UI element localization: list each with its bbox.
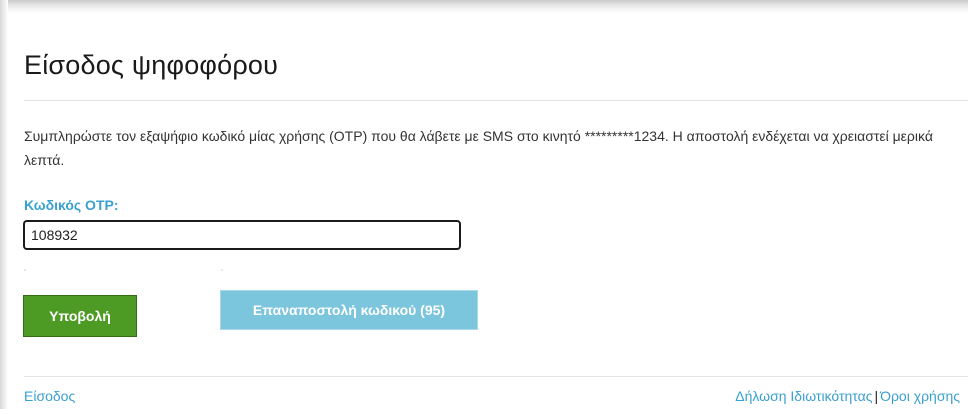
footer-divider	[24, 376, 968, 377]
voter-login-card: Είσοδος ψηφοφόρου Συμπληρώστε τον εξαψήφ…	[8, 14, 968, 409]
header-divider	[24, 100, 968, 101]
footer-separator: |	[874, 388, 879, 404]
otp-instructions: Συμπληρώστε τον εξαψήφιο κωδικό μίας χρή…	[24, 128, 933, 168]
submit-button[interactable]: Υποβολή	[23, 295, 137, 337]
privacy-link[interactable]: Δήλωση Ιδιωτικότητας	[735, 388, 872, 404]
decorative-dot	[24, 269, 26, 271]
otp-label: Κωδικός OTP:	[24, 197, 119, 213]
otp-input[interactable]	[23, 220, 461, 250]
resend-code-button[interactable]: Επαναποστολή κωδικού (95)	[220, 290, 478, 330]
window-shadow-left	[0, 0, 8, 409]
page-title: Είσοδος ψηφοφόρου	[24, 50, 279, 80]
decorative-dot	[221, 269, 223, 271]
login-link[interactable]: Είσοδος	[24, 388, 75, 404]
footer-links: Δήλωση Ιδιωτικότητας | Όροι χρήσης	[735, 388, 960, 404]
window-shadow-top	[0, 0, 968, 14]
terms-link[interactable]: Όροι χρήσης	[880, 388, 960, 404]
